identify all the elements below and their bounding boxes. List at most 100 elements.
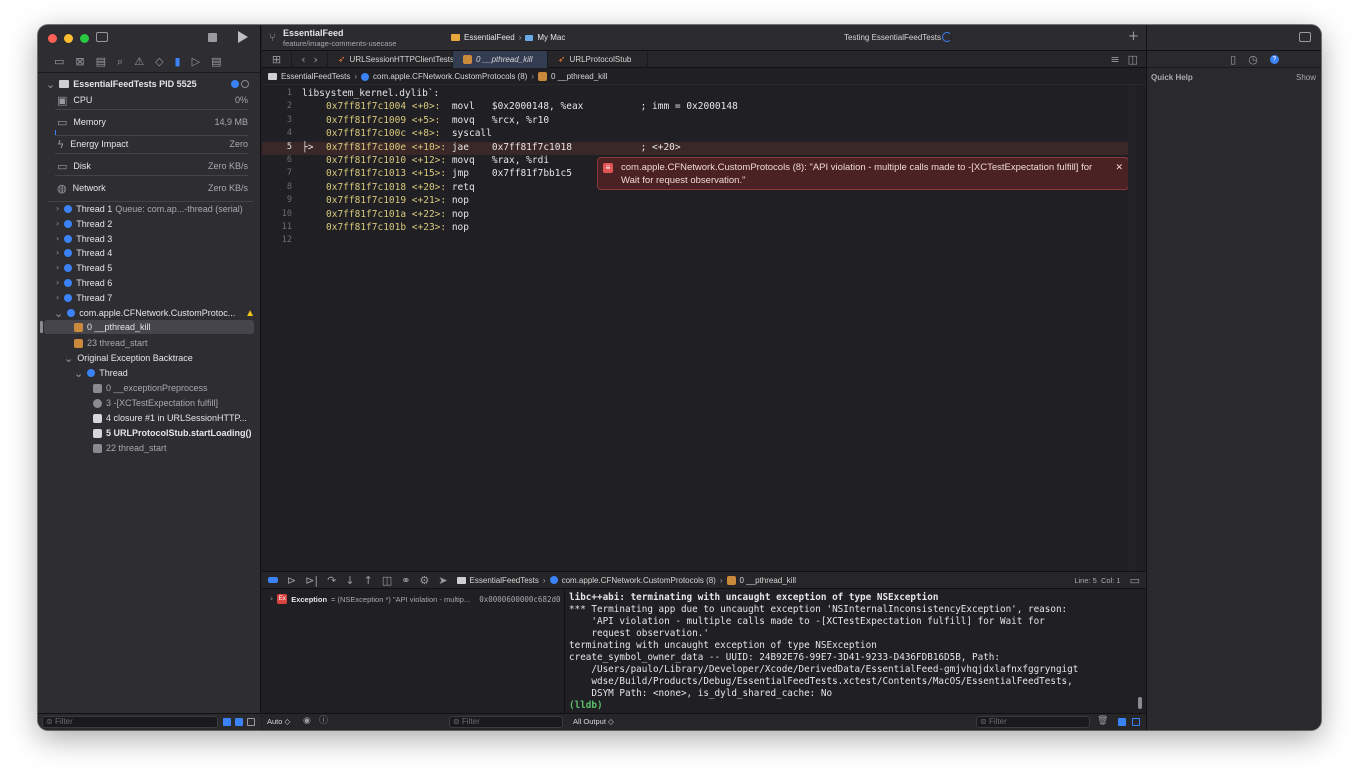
disclosure-icon[interactable]: › xyxy=(56,235,59,243)
disclosure-icon[interactable]: ⌄ xyxy=(64,353,73,364)
gauge-cpu[interactable]: ▣ CPU 0% xyxy=(38,93,261,107)
debug-thread[interactable]: com.apple.CFNetwork.CustomProtocols (8) xyxy=(562,576,716,585)
issue-icon[interactable]: ⚠ xyxy=(134,56,144,67)
thread-row[interactable]: › Thread 2 xyxy=(38,217,261,231)
disclosure-icon[interactable]: › xyxy=(56,249,59,257)
thread-row[interactable]: › Thread 6 xyxy=(38,276,261,290)
console-output[interactable]: libc++abi: terminating with uncaught exc… xyxy=(566,590,1146,713)
debug-frame[interactable]: 0 __pthread_kill xyxy=(740,576,796,585)
tab-urlprotocolstub[interactable]: ➶ URLProtocolStub xyxy=(548,51,648,68)
view-hierarchy-icon[interactable]: ◫ xyxy=(382,575,392,586)
disclosure-icon[interactable]: › xyxy=(56,264,59,272)
process-status-icon[interactable] xyxy=(231,80,239,88)
editor-scrollbar[interactable] xyxy=(1128,86,1136,571)
inspector-toggle-icon[interactable] xyxy=(1299,32,1311,42)
step-over-icon[interactable]: ↷ xyxy=(327,575,336,586)
split-editor-icon[interactable]: ◫ xyxy=(1128,54,1138,65)
console-output-select[interactable]: All Output ◇ xyxy=(573,717,614,726)
backtrace-header[interactable]: ⌄ Original Exception Backtrace xyxy=(38,351,261,365)
backtrace-frame-row[interactable]: 5 URLProtocolStub.startLoading() xyxy=(38,426,261,440)
filter-toggle-icon[interactable] xyxy=(235,718,243,726)
split-right-icon[interactable] xyxy=(1132,718,1140,726)
source-control-icon[interactable]: ⊠ xyxy=(75,56,84,67)
debug-navigator-icon[interactable]: ▮ xyxy=(175,56,181,67)
memory-graph-icon[interactable]: ⚭ xyxy=(401,575,410,586)
find-icon[interactable]: ⌕ xyxy=(117,56,123,67)
variables-filter-input[interactable]: ⊜ Filter xyxy=(449,716,563,728)
step-out-icon[interactable]: ↑ xyxy=(364,575,373,586)
disclosure-icon[interactable]: › xyxy=(56,294,59,302)
console-filter-input[interactable]: ⊜ Filter xyxy=(976,716,1090,728)
folder-icon[interactable]: ▭ xyxy=(54,56,64,67)
split-left-icon[interactable] xyxy=(1118,718,1126,726)
thread-row[interactable]: › Thread 5 xyxy=(38,261,261,275)
stop-icon[interactable] xyxy=(208,33,217,42)
debug-target[interactable]: EssentialFeedTests xyxy=(470,576,539,585)
console-scrollbar[interactable] xyxy=(1138,697,1142,709)
hide-debug-area-icon[interactable]: ▭ xyxy=(1130,575,1140,586)
zoom-window-button[interactable] xyxy=(80,34,89,43)
variable-row[interactable]: › Ex Exception = (NSException *) "API vi… xyxy=(270,594,561,604)
step-into-icon[interactable]: ↓ xyxy=(345,575,354,586)
process-menu-icon[interactable] xyxy=(241,80,249,88)
trash-icon[interactable]: 🗑 xyxy=(1097,717,1108,726)
chevron-right-icon[interactable]: › xyxy=(314,54,318,65)
disclosure-icon[interactable]: ⌄ xyxy=(54,308,63,319)
environment-icon[interactable]: ⚙ xyxy=(419,575,429,586)
lldb-prompt[interactable]: (lldb) xyxy=(569,700,1146,712)
continue-icon[interactable]: ⊳| xyxy=(305,575,318,586)
thread-row[interactable]: › Thread 3 xyxy=(38,232,261,246)
variables-scope-select[interactable]: Auto ◇ xyxy=(267,717,290,726)
close-icon[interactable]: ✕ xyxy=(1115,161,1123,174)
backtrace-frame-row[interactable]: 4 closure #1 in URLSessionHTTP... xyxy=(38,411,261,425)
disclosure-icon[interactable]: › xyxy=(56,279,59,287)
gauge-network[interactable]: ◍ Network Zero KB/s xyxy=(38,181,261,195)
variables-view[interactable]: › Ex Exception = (NSException *) "API vi… xyxy=(262,590,565,713)
sidebar-toggle-icon[interactable] xyxy=(96,32,108,42)
filter-toggle-icon[interactable] xyxy=(247,718,255,726)
run-icon[interactable] xyxy=(238,31,248,43)
breakpoint-icon[interactable]: ▷ xyxy=(192,56,200,67)
tab-pthread-kill[interactable]: 0 __pthread_kill xyxy=(453,51,548,68)
scheme-selector[interactable]: EssentialFeed › My Mac xyxy=(451,31,565,44)
quick-help-show-button[interactable]: Show xyxy=(1296,73,1316,82)
disclosure-icon[interactable]: › xyxy=(270,595,273,603)
history-inspector-icon[interactable]: ◷ xyxy=(1248,54,1258,65)
thread-row[interactable]: › Thread 1 Queue: com.ap...-thread (seri… xyxy=(38,202,261,216)
disclosure-icon[interactable]: ⌄ xyxy=(74,368,83,379)
quick-help-icon[interactable]: ? xyxy=(1269,54,1279,64)
source-editor[interactable]: 1 libsystem_kernel.dylib`: 2 0x7ff81f7c100… xyxy=(262,86,1136,571)
tab-overview-button[interactable]: ⊞ xyxy=(262,51,292,68)
info-icon[interactable]: ⓘ xyxy=(319,717,328,726)
thread-row[interactable]: › Thread 7 xyxy=(38,291,261,305)
backtrace-frame-row[interactable]: 22 thread_start xyxy=(38,441,261,455)
error-annotation[interactable]: ≡ com.apple.CFNetwork.CustomProtocols (8… xyxy=(597,157,1129,190)
toggle-console-icon[interactable] xyxy=(268,577,278,583)
backtrace-frame-row[interactable]: 3 -[XCTestExpectation fulfill] xyxy=(38,396,261,410)
gauge-disk[interactable]: ▭ Disk Zero KB/s xyxy=(38,159,261,173)
editor-options-icon[interactable]: ≡ xyxy=(1110,54,1119,65)
file-inspector-icon[interactable]: ▯ xyxy=(1230,54,1236,65)
backtrace-thread-row[interactable]: ⌄ Thread xyxy=(38,366,261,380)
jumpbar-thread[interactable]: com.apple.CFNetwork.CustomProtocols (8) xyxy=(373,72,527,81)
eye-icon[interactable]: ◉ xyxy=(303,717,311,726)
report-icon[interactable]: ▤ xyxy=(211,56,221,67)
jumpbar-frame[interactable]: 0 __pthread_kill xyxy=(551,72,607,81)
frame-row[interactable]: 23 thread_start xyxy=(38,336,261,350)
gauge-memory[interactable]: ▭ Memory 14,9 MB xyxy=(38,115,261,129)
jumpbar-target[interactable]: EssentialFeedTests xyxy=(281,72,350,81)
add-icon[interactable]: + xyxy=(1128,30,1139,43)
filter-toggle-icon[interactable] xyxy=(223,718,231,726)
frame-row-selected[interactable]: 0 __pthread_kill xyxy=(44,320,254,334)
navigation-arrows[interactable]: ‹ › xyxy=(292,51,328,68)
disclosure-icon[interactable]: ⌄ xyxy=(46,79,55,90)
breakpoints-toggle-icon[interactable]: ⊳ xyxy=(287,575,296,586)
close-window-button[interactable] xyxy=(48,34,57,43)
backtrace-frame-row[interactable]: 0 __exceptionPreprocess xyxy=(38,381,261,395)
test-icon[interactable]: ◇ xyxy=(155,56,163,67)
tab-urlsessionhttpclienttests[interactable]: ➶ URLSessionHTTPClientTests xyxy=(328,51,454,68)
minimize-window-button[interactable] xyxy=(64,34,73,43)
process-row[interactable]: ⌄ EssentialFeedTests PID 5525 xyxy=(38,77,261,91)
disclosure-icon[interactable]: › xyxy=(56,205,59,213)
symbol-icon[interactable]: ▤ xyxy=(96,56,106,67)
